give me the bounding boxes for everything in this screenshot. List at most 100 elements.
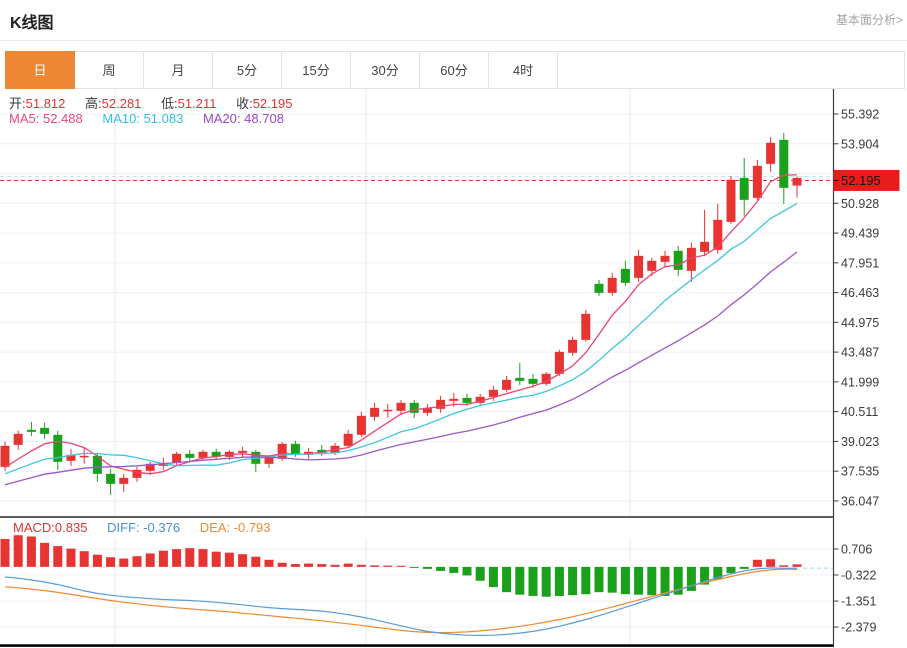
candle xyxy=(53,431,62,470)
high-value: 高:52.281 xyxy=(85,96,141,111)
macd-bar xyxy=(423,567,432,569)
candle xyxy=(331,443,340,455)
macd-bar xyxy=(291,564,300,567)
macd-bar xyxy=(555,567,564,596)
ohlc-info-row: 开:51.812 高:52.281 低:51.211 收:52.195 xyxy=(9,93,308,112)
tab-15分[interactable]: 15分 xyxy=(281,51,351,89)
candle xyxy=(265,455,274,468)
candle xyxy=(370,403,379,421)
candle xyxy=(383,404,392,418)
svg-text:50.928: 50.928 xyxy=(841,197,879,211)
candle xyxy=(14,431,23,450)
candle xyxy=(410,400,419,418)
svg-text:52.195: 52.195 xyxy=(841,173,881,188)
ma20-line xyxy=(5,252,797,485)
ma5-value: MA5: 52.488 xyxy=(9,111,83,126)
svg-text:44.975: 44.975 xyxy=(841,316,879,330)
macd-bar xyxy=(106,557,115,567)
macd-bar xyxy=(674,567,683,595)
candle xyxy=(793,176,802,197)
axis-labels: 55.39253.90450.92849.43947.95146.46344.9… xyxy=(834,108,880,635)
candle xyxy=(766,137,775,172)
candle xyxy=(555,350,564,376)
diff-line xyxy=(5,568,797,636)
tab-5分[interactable]: 5分 xyxy=(212,51,282,89)
macd-bar xyxy=(251,557,260,567)
macd-bar xyxy=(502,567,511,592)
macd-bar xyxy=(700,567,709,585)
candle xyxy=(238,447,247,458)
tab-bar: 日周月5分15分30分60分4时 xyxy=(5,51,905,89)
macd-bar xyxy=(581,567,590,594)
macd-bar xyxy=(542,567,551,597)
macd-bar xyxy=(344,564,353,567)
svg-text:53.904: 53.904 xyxy=(841,137,879,151)
candle xyxy=(317,445,326,456)
candle xyxy=(740,158,749,216)
candle xyxy=(753,160,762,200)
macd-bar xyxy=(476,567,485,581)
candle xyxy=(463,394,472,406)
macd-bar xyxy=(317,564,326,567)
svg-text:46.463: 46.463 xyxy=(841,286,879,300)
svg-text:47.951: 47.951 xyxy=(841,256,879,270)
macd-bar xyxy=(529,567,538,596)
macd-bar xyxy=(727,567,736,573)
macd-bar xyxy=(331,565,340,567)
macd-bar xyxy=(133,556,142,567)
tab-日[interactable]: 日 xyxy=(5,51,75,89)
macd-bar xyxy=(278,563,287,567)
candle xyxy=(595,280,604,296)
tab-30分[interactable]: 30分 xyxy=(350,51,420,89)
macd-bar xyxy=(159,551,168,567)
fundamental-analysis-link[interactable]: 基本面分析> xyxy=(836,11,903,28)
candle xyxy=(93,453,102,482)
macd-bar xyxy=(634,567,643,595)
macd-bar xyxy=(489,567,498,587)
macd-bar xyxy=(661,567,670,596)
page: { "header": { "title": "K线图", "link": "基… xyxy=(0,0,907,648)
candle xyxy=(304,448,313,460)
macd-bar xyxy=(793,564,802,567)
candle xyxy=(674,246,683,276)
tab-月[interactable]: 月 xyxy=(143,51,213,89)
macd-info-row: MACD:0.835 DIFF: -0.376 DEA: -0.793 xyxy=(13,520,287,535)
candle xyxy=(67,449,76,466)
dea-value: DEA: -0.793 xyxy=(200,520,271,535)
candles xyxy=(1,133,802,495)
macd-bar xyxy=(383,566,392,567)
gridlines xyxy=(0,89,833,644)
ma10-value: MA10: 51.083 xyxy=(102,111,183,126)
macd-bar xyxy=(185,548,194,567)
tab-周[interactable]: 周 xyxy=(74,51,144,89)
macd-bar xyxy=(608,567,617,593)
macd-bar xyxy=(80,551,89,567)
ma10-line xyxy=(5,203,797,473)
tab-4时[interactable]: 4时 xyxy=(488,51,558,89)
macd-bar xyxy=(1,539,10,567)
candle xyxy=(199,450,208,460)
candle xyxy=(251,450,260,472)
svg-text:43.487: 43.487 xyxy=(841,346,879,360)
candle xyxy=(344,430,353,448)
candle xyxy=(542,372,551,386)
macd-bar xyxy=(397,566,406,567)
candle xyxy=(133,467,142,482)
candle xyxy=(647,258,656,276)
candle xyxy=(40,423,49,439)
macd-bar xyxy=(304,564,313,567)
tab-60分[interactable]: 60分 xyxy=(419,51,489,89)
macd-bar xyxy=(119,559,128,567)
candle xyxy=(727,176,736,224)
macd-bar xyxy=(568,567,577,595)
macd-bar xyxy=(67,549,76,567)
candle xyxy=(621,261,630,286)
macd-bar xyxy=(370,565,379,567)
ma-info-row: MA5: 52.488 MA10: 51.083 MA20: 48.708 xyxy=(9,111,300,126)
open-value: 开:51.812 xyxy=(9,96,65,111)
macd-bar xyxy=(27,537,36,567)
svg-text:0.706: 0.706 xyxy=(841,543,872,557)
diff-value: DIFF: -0.376 xyxy=(107,520,180,535)
macd-bar xyxy=(53,546,62,567)
macd-bar xyxy=(146,553,155,566)
